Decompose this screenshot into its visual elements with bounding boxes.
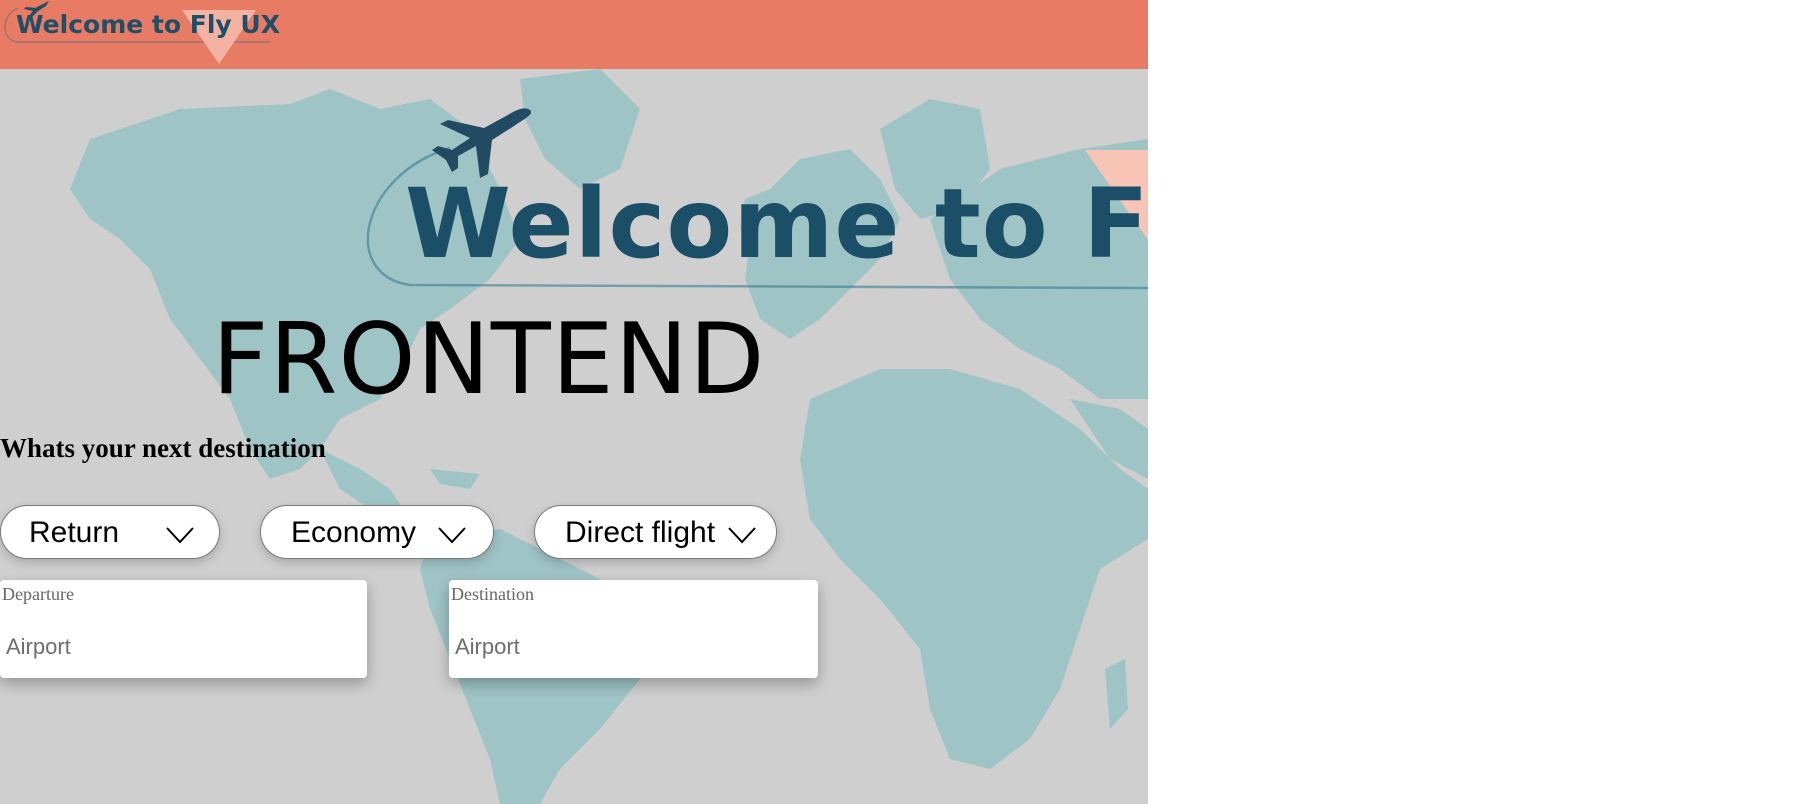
- departure-label: Departure: [2, 584, 74, 604]
- departure-field: Departure: [0, 580, 367, 678]
- stops-select[interactable]: Direct flight: [534, 505, 777, 559]
- header-bar: Welcome to Fly UX: [0, 0, 1148, 69]
- stops-value: Direct flight: [565, 516, 716, 549]
- destination-label: Destination: [451, 584, 534, 604]
- departure-input[interactable]: [4, 630, 363, 664]
- trip-type-select[interactable]: Return: [0, 505, 220, 559]
- chevron-down-icon: [728, 527, 756, 544]
- page-viewport: Welcome to Fly UX Welcome to Fly UX FRON…: [0, 0, 1148, 804]
- destination-field: Destination: [449, 580, 818, 678]
- destination-input[interactable]: [453, 630, 814, 664]
- hero-logo-text: Welcome to Fly UX: [405, 168, 1148, 280]
- chevron-down-icon: [166, 527, 194, 544]
- header-logo-text: Welcome to Fly UX: [16, 10, 280, 39]
- header-logo[interactable]: Welcome to Fly UX: [0, 0, 280, 69]
- cabin-class-value: Economy: [291, 516, 417, 549]
- destination-prompt: Whats your next destination: [0, 433, 326, 463]
- chevron-down-icon: [438, 527, 466, 544]
- page-title: FRONTEND: [212, 303, 766, 417]
- cabin-class-select[interactable]: Economy: [260, 505, 494, 559]
- trip-type-value: Return: [29, 516, 120, 549]
